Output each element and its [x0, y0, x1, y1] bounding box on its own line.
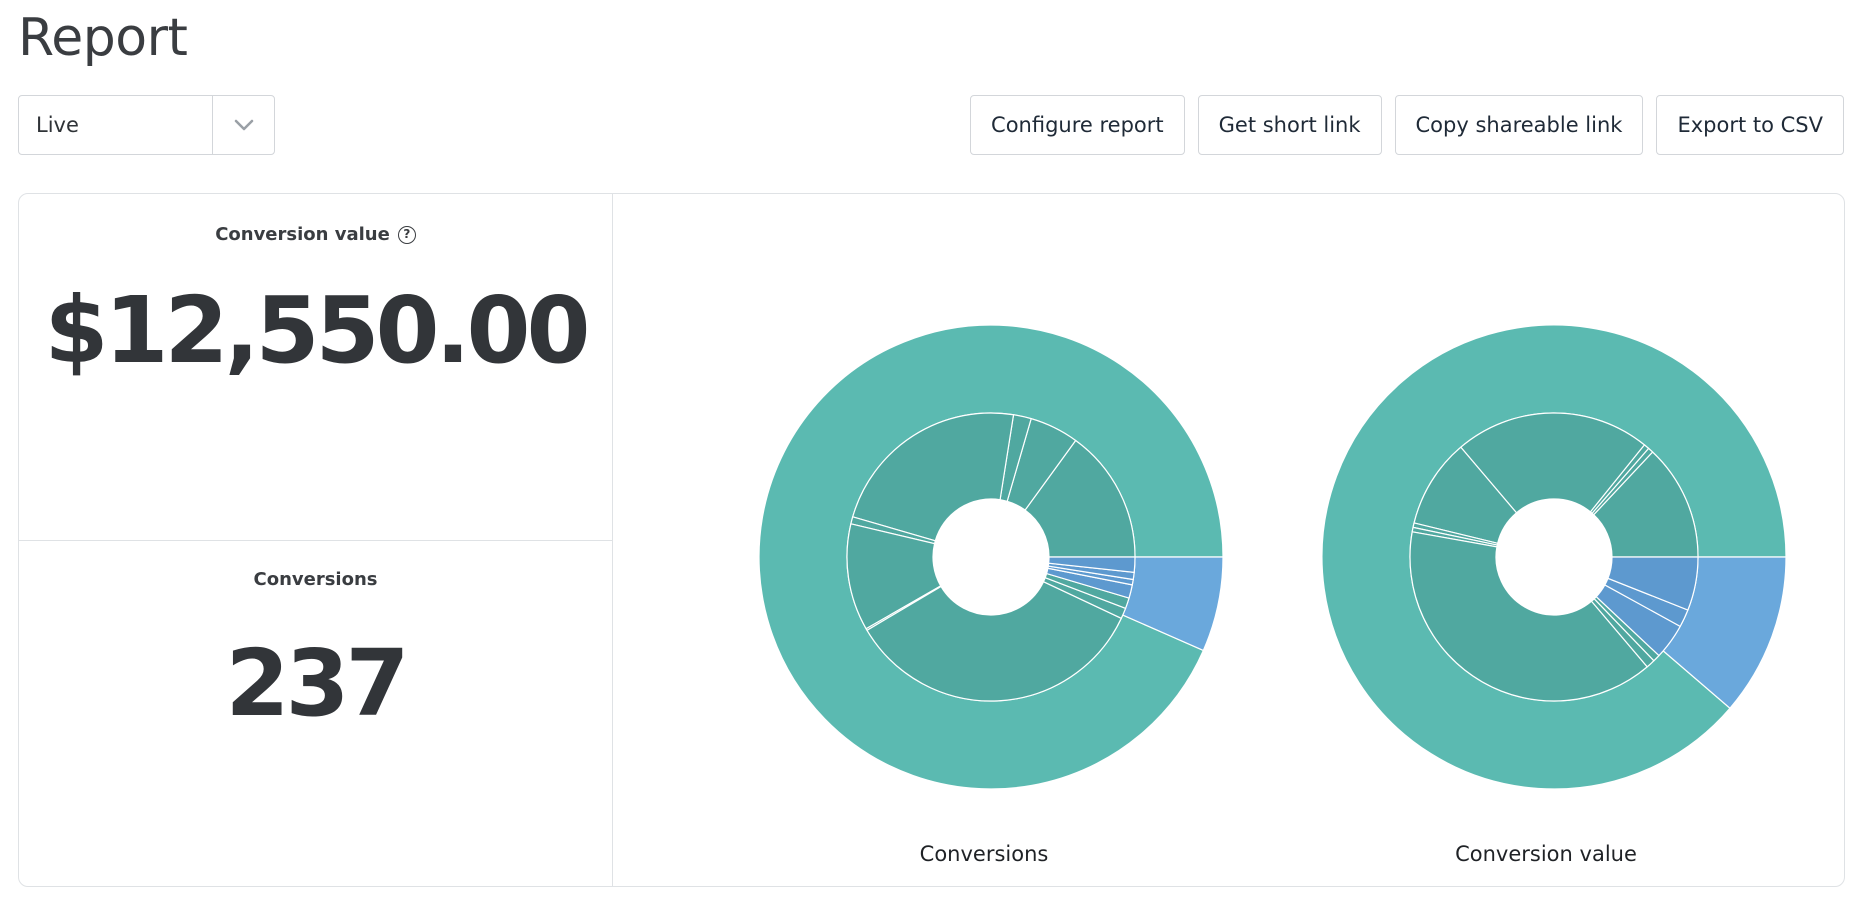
- chart-caption-conversion-value: Conversion value: [1455, 842, 1637, 866]
- range-select-value: Live: [36, 113, 79, 137]
- chart-caption-conversions: Conversions: [919, 842, 1049, 866]
- conversions-label: Conversions: [253, 569, 378, 590]
- get-short-link-button[interactable]: Get short link: [1197, 95, 1382, 155]
- conversions-number: 237: [225, 630, 409, 737]
- help-icon[interactable]: ?: [397, 225, 416, 244]
- report-panel: Conversion value ? $12,550.00 Conversion…: [18, 193, 1845, 887]
- chevron-down-icon[interactable]: [212, 96, 274, 154]
- copy-shareable-link-button[interactable]: Copy shareable link: [1394, 95, 1644, 155]
- conversion-value-label-row: Conversion value ?: [19, 224, 612, 245]
- charts-area: Conversions Conversion value: [613, 194, 1844, 886]
- metrics-column: Conversion value ? $12,550.00 Conversion…: [19, 194, 613, 886]
- conversion-value-label: Conversion value: [215, 224, 390, 245]
- conversion-value-number: $12,550.00: [44, 277, 590, 384]
- conversion-value-metric: Conversion value ? $12,550.00: [19, 194, 612, 541]
- range-select[interactable]: Live: [18, 95, 275, 155]
- toolbar: Configure report Get short link Copy sha…: [970, 95, 1844, 155]
- page-title: Report: [18, 8, 188, 68]
- export-csv-button[interactable]: Export to CSV: [1656, 95, 1844, 155]
- conversions-metric: Conversions 237: [19, 541, 612, 886]
- conversions-label-row: Conversions: [19, 569, 612, 590]
- configure-report-button[interactable]: Configure report: [970, 95, 1185, 155]
- sunburst-charts: [758, 324, 1787, 790]
